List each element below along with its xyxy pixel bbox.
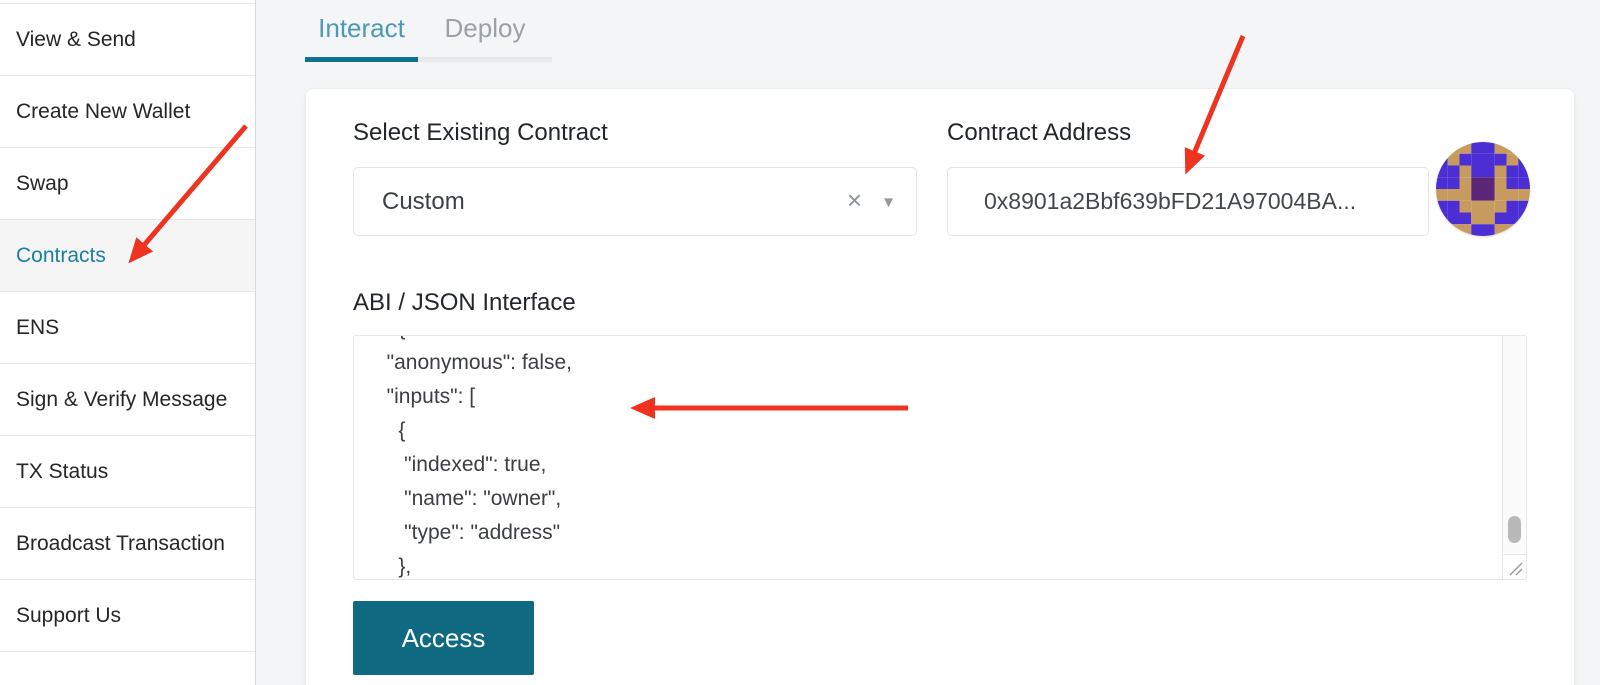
tab-interact[interactable]: Interact — [305, 5, 418, 52]
abi-json-interface-label: ABI / JSON Interface — [353, 289, 576, 317]
select-existing-contract-label: Select Existing Contract — [353, 119, 608, 147]
sidebar-item-sign-verify-message[interactable]: Sign & Verify Message — [0, 364, 255, 436]
sidebar-list: View & Send Create New Wallet Swap Contr… — [0, 3, 255, 652]
clear-icon[interactable]: × — [847, 168, 862, 235]
abi-scrollbar-track[interactable] — [1502, 336, 1526, 553]
sidebar-item-contracts[interactable]: Contracts — [0, 220, 255, 292]
access-button[interactable]: Access — [353, 601, 534, 675]
sidebar-item-ens[interactable]: ENS — [0, 292, 255, 364]
address-identicon-avatar — [1436, 142, 1530, 236]
sidebar-item-view-send[interactable]: View & Send — [0, 4, 255, 76]
sidebar-item-tx-status[interactable]: TX Status — [0, 436, 255, 508]
abi-textarea[interactable]: { "anonymous": false, "inputs": [ { "ind… — [353, 335, 1527, 580]
sidebar-item-swap[interactable]: Swap — [0, 148, 255, 220]
tab-deploy-underline — [418, 57, 552, 62]
interact-panel: Select Existing Contract Custom × ▼ Cont… — [305, 88, 1575, 685]
abi-scrollbar-thumb[interactable] — [1508, 516, 1521, 543]
selected-contract-value: Custom — [382, 168, 465, 235]
tab-interact-underline — [305, 57, 418, 62]
sidebar: View & Send Create New Wallet Swap Contr… — [0, 0, 256, 685]
abi-text-viewport: { "anonymous": false, "inputs": [ { "ind… — [354, 336, 1501, 578]
abi-text-content: { "anonymous": false, "inputs": [ { "ind… — [354, 336, 1501, 578]
sidebar-item-broadcast-transaction[interactable]: Broadcast Transaction — [0, 508, 255, 580]
identicon-grid — [1436, 142, 1530, 236]
chevron-down-icon[interactable]: ▼ — [881, 168, 896, 235]
tab-deploy[interactable]: Deploy — [418, 5, 552, 52]
resize-handle-icon — [1506, 559, 1523, 576]
contract-address-value: 0x8901a2Bbf639bFD21A97004BA... — [984, 168, 1356, 235]
contracts-page: View & Send Create New Wallet Swap Contr… — [0, 0, 1600, 685]
sidebar-item-support-us[interactable]: Support Us — [0, 580, 255, 652]
resize-handle[interactable] — [1502, 554, 1526, 579]
contract-address-input[interactable]: 0x8901a2Bbf639bFD21A97004BA... — [947, 167, 1429, 236]
sidebar-item-create-new-wallet[interactable]: Create New Wallet — [0, 76, 255, 148]
contract-address-label: Contract Address — [947, 119, 1131, 147]
existing-contract-select[interactable]: Custom × ▼ — [353, 167, 917, 236]
